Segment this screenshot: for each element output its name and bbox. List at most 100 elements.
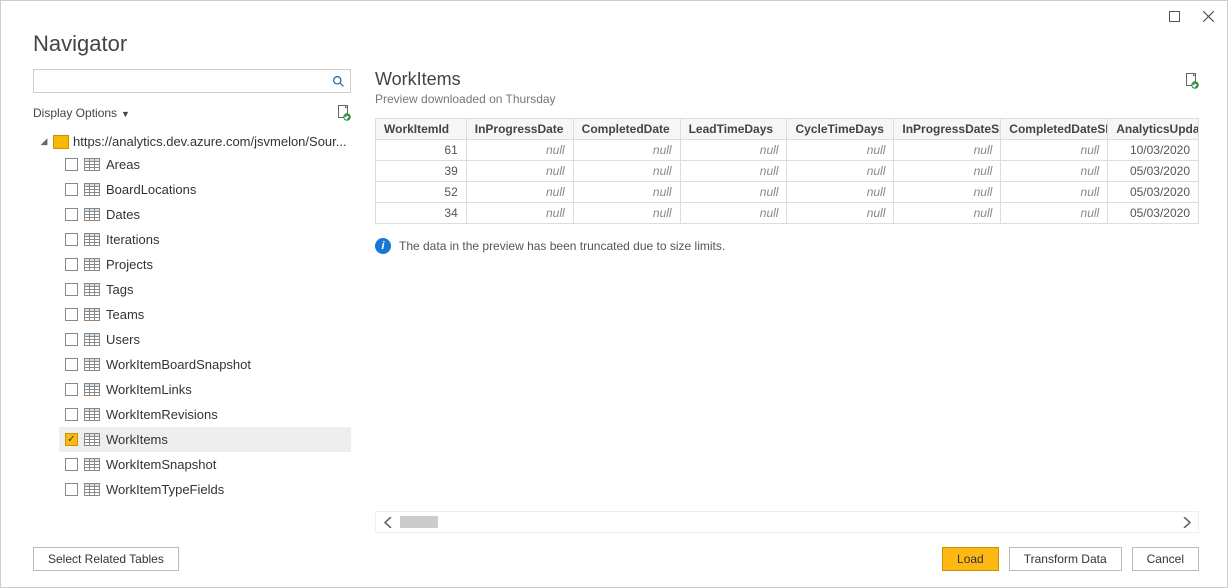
table-icon (84, 458, 100, 471)
table-cell: null (573, 140, 680, 161)
checkbox[interactable] (65, 208, 78, 221)
tree-item[interactable]: Areas (59, 152, 351, 177)
table-icon (84, 433, 100, 446)
tree-item[interactable]: WorkItemLinks (59, 377, 351, 402)
search-input[interactable] (34, 74, 326, 88)
transform-data-button[interactable]: Transform Data (1009, 547, 1122, 571)
table-cell: 39 (376, 161, 467, 182)
content-area: Display Options ▼ ◢ https://analytics.de… (1, 69, 1227, 533)
scroll-left-icon[interactable] (376, 517, 400, 528)
table-cell: 05/03/2020 (1108, 203, 1199, 224)
checkbox[interactable] (65, 308, 78, 321)
table-row[interactable]: 61nullnullnullnullnullnull10/03/2020 (376, 140, 1199, 161)
table-cell: null (573, 203, 680, 224)
table-cell: null (1001, 203, 1108, 224)
checkbox[interactable] (65, 358, 78, 371)
table-cell: null (573, 161, 680, 182)
cancel-button[interactable]: Cancel (1132, 547, 1199, 571)
select-related-tables-button[interactable]: Select Related Tables (33, 547, 179, 571)
table-row[interactable]: 39nullnullnullnullnullnull05/03/2020 (376, 161, 1199, 182)
tree-item[interactable]: WorkItemBoardSnapshot (59, 352, 351, 377)
tree-item-label: WorkItemBoardSnapshot (106, 357, 251, 372)
search-icon[interactable] (326, 75, 350, 88)
table-cell: 52 (376, 182, 467, 203)
table-cell: null (680, 161, 787, 182)
scroll-right-icon[interactable] (1174, 517, 1198, 528)
checkbox[interactable] (65, 483, 78, 496)
table-icon (84, 383, 100, 396)
column-header[interactable]: WorkItemId (376, 119, 467, 140)
scroll-thumb[interactable] (400, 516, 438, 528)
tree-item[interactable]: WorkItemSnapshot (59, 452, 351, 477)
table-row[interactable]: 52nullnullnullnullnullnull05/03/2020 (376, 182, 1199, 203)
table-icon (84, 308, 100, 321)
footer: Select Related Tables Load Transform Dat… (1, 533, 1227, 587)
tree-root-label: https://analytics.dev.azure.com/jsvmelon… (73, 134, 347, 149)
table-cell: 10/03/2020 (1108, 140, 1199, 161)
tree-item[interactable]: WorkItems (59, 427, 351, 452)
collapse-icon[interactable]: ◢ (39, 136, 49, 147)
close-button[interactable] (1197, 5, 1219, 27)
table-icon (84, 233, 100, 246)
display-options-label: Display Options (33, 106, 117, 120)
column-header[interactable]: LeadTimeDays (680, 119, 787, 140)
navigator-dialog: Navigator Display Options ▼ (0, 0, 1228, 588)
tree-item-label: Tags (106, 282, 133, 297)
tree-item-label: WorkItemRevisions (106, 407, 218, 422)
table-cell: null (1001, 182, 1108, 203)
refresh-preview-icon[interactable] (1185, 73, 1199, 89)
tree-item[interactable]: WorkItemTypeFields (59, 477, 351, 502)
tree-item[interactable]: Tags (59, 277, 351, 302)
table-cell: 61 (376, 140, 467, 161)
checkbox[interactable] (65, 183, 78, 196)
table-cell: 05/03/2020 (1108, 182, 1199, 203)
search-box[interactable] (33, 69, 351, 93)
preview-subtitle: Preview downloaded on Thursday (375, 92, 556, 106)
checkbox[interactable] (65, 333, 78, 346)
tree-item[interactable]: Users (59, 327, 351, 352)
checkbox[interactable] (65, 283, 78, 296)
tree-item[interactable]: Projects (59, 252, 351, 277)
checkbox[interactable] (65, 158, 78, 171)
table-icon (84, 208, 100, 221)
checkbox[interactable] (65, 433, 78, 446)
column-header[interactable]: CompletedDate (573, 119, 680, 140)
source-tree: ◢ https://analytics.dev.azure.com/jsvmel… (33, 131, 351, 533)
tree-item[interactable]: Iterations (59, 227, 351, 252)
tree-root-node[interactable]: ◢ https://analytics.dev.azure.com/jsvmel… (33, 131, 351, 152)
checkbox[interactable] (65, 408, 78, 421)
table-cell: null (894, 140, 1001, 161)
load-button[interactable]: Load (942, 547, 999, 571)
table-cell: null (787, 140, 894, 161)
display-options-link[interactable]: Display Options ▼ (33, 106, 130, 120)
column-header[interactable]: InProgressDateSK (894, 119, 1001, 140)
table-icon (84, 158, 100, 171)
column-header[interactable]: CycleTimeDays (787, 119, 894, 140)
horizontal-scrollbar[interactable] (375, 511, 1199, 533)
table-cell: null (466, 161, 573, 182)
column-header[interactable]: InProgressDate (466, 119, 573, 140)
table-row[interactable]: 34nullnullnullnullnullnull05/03/2020 (376, 203, 1199, 224)
refresh-tree-icon[interactable] (337, 105, 351, 121)
tree-item[interactable]: Dates (59, 202, 351, 227)
tree-item[interactable]: WorkItemRevisions (59, 402, 351, 427)
info-icon: i (375, 238, 391, 254)
tree-item-label: Teams (106, 307, 144, 322)
tree-item-label: WorkItemTypeFields (106, 482, 224, 497)
maximize-button[interactable] (1163, 5, 1185, 27)
table-cell: null (680, 203, 787, 224)
tree-item-label: WorkItemSnapshot (106, 457, 216, 472)
table-icon (84, 408, 100, 421)
column-header[interactable]: CompletedDateSK (1001, 119, 1108, 140)
tree-item-label: WorkItemLinks (106, 382, 192, 397)
tree-item[interactable]: Teams (59, 302, 351, 327)
column-header[interactable]: AnalyticsUpdate (1108, 119, 1199, 140)
checkbox[interactable] (65, 383, 78, 396)
tree-item[interactable]: BoardLocations (59, 177, 351, 202)
checkbox[interactable] (65, 233, 78, 246)
footer-right: Load Transform Data Cancel (942, 547, 1199, 571)
scroll-track[interactable] (400, 516, 1174, 528)
checkbox[interactable] (65, 458, 78, 471)
tree-item-label: Iterations (106, 232, 159, 247)
checkbox[interactable] (65, 258, 78, 271)
